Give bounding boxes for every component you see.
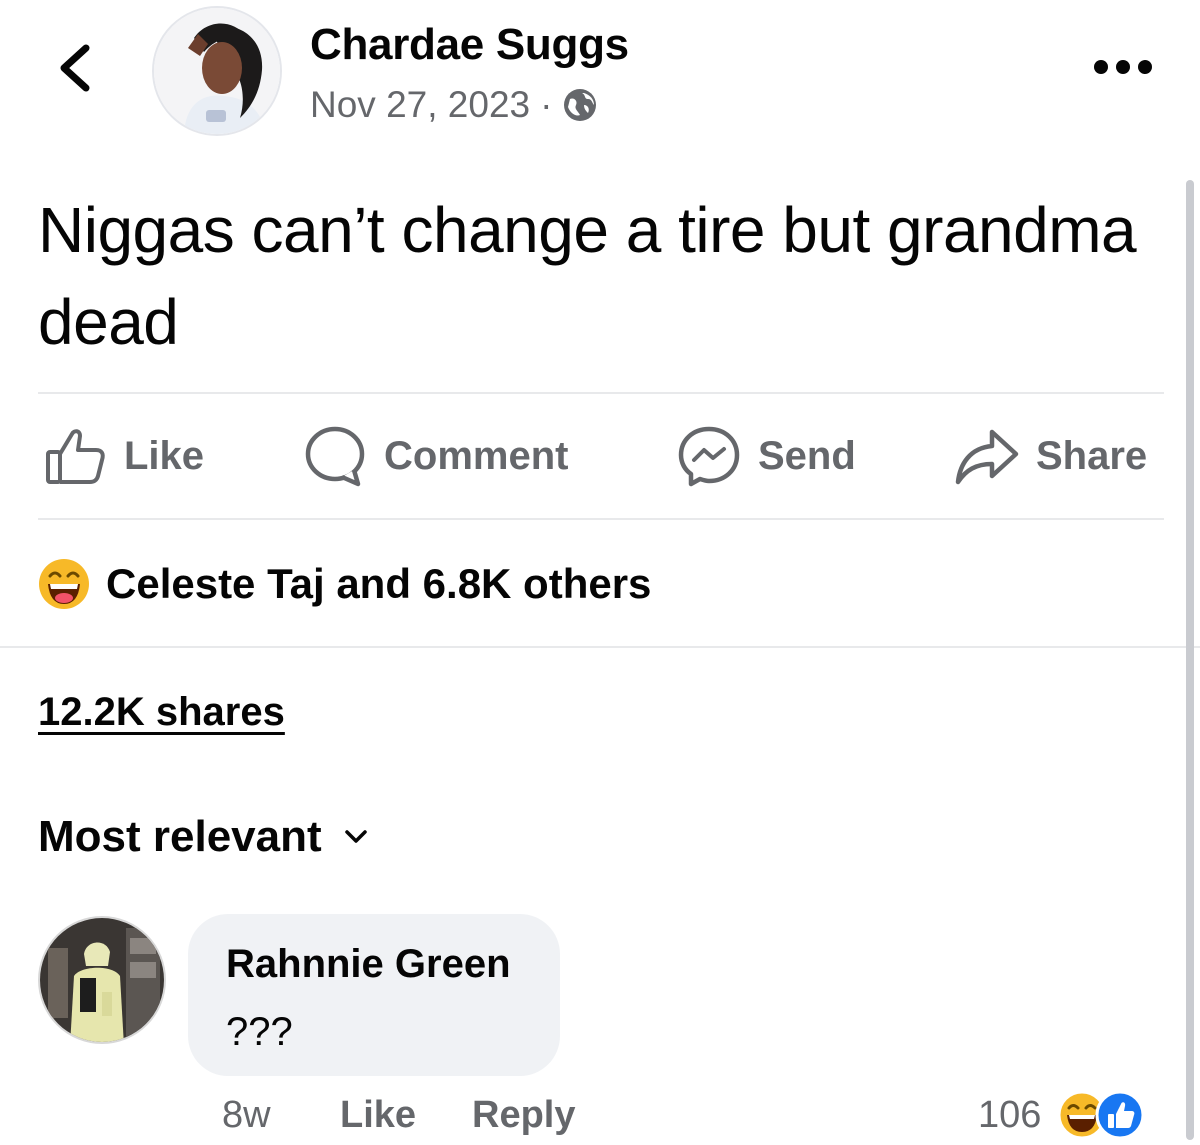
comment-reaction-count[interactable]: 106 xyxy=(978,1094,1041,1137)
author-avatar[interactable] xyxy=(152,6,282,136)
comment-label: Comment xyxy=(384,433,569,478)
send-button[interactable]: Send xyxy=(676,420,856,492)
post-date[interactable]: Nov 27, 2023 xyxy=(310,84,530,126)
comment-author-name[interactable]: Rahnnie Green xyxy=(226,942,511,987)
divider xyxy=(38,518,1164,520)
reactions-summary[interactable]: Celeste Taj and 6.8K others xyxy=(38,558,651,610)
thumbs-up-icon xyxy=(46,429,105,484)
sort-label: Most relevant xyxy=(38,812,322,861)
like-label: Like xyxy=(124,433,205,478)
commenter-avatar[interactable] xyxy=(38,916,166,1044)
chevron-left-icon xyxy=(60,44,90,92)
globe-icon xyxy=(564,89,597,121)
comment-timestamp[interactable]: 8w xyxy=(222,1094,271,1137)
more-options-button[interactable] xyxy=(1090,56,1156,78)
share-icon xyxy=(955,429,1019,485)
comment-icon xyxy=(305,426,365,487)
comment-reply-button[interactable]: Reply xyxy=(472,1094,575,1137)
comment-like-button[interactable]: Like xyxy=(340,1094,416,1137)
like-button[interactable]: Like xyxy=(44,420,204,492)
more-options-icon xyxy=(1094,60,1152,74)
comment-button[interactable]: Comment xyxy=(302,420,568,492)
share-button[interactable]: Share xyxy=(954,420,1147,492)
like-reaction-icon xyxy=(1095,1090,1145,1140)
haha-reaction-icon xyxy=(39,559,89,609)
back-button[interactable] xyxy=(52,40,100,96)
divider xyxy=(0,646,1200,648)
shares-count-link[interactable]: 12.2K shares xyxy=(38,690,285,735)
messenger-icon xyxy=(678,426,740,487)
post-meta: Nov 27, 2023 · xyxy=(310,84,598,126)
share-label: Share xyxy=(1036,433,1148,478)
comment-text: ??? xyxy=(226,1010,293,1054)
post-text: Niggas can’t change a tire but grandma d… xyxy=(38,194,1137,358)
scrollbar[interactable] xyxy=(1186,180,1194,1140)
reactions-summary-text: Celeste Taj and 6.8K others xyxy=(106,560,652,607)
send-label: Send xyxy=(758,433,856,478)
divider xyxy=(38,392,1164,394)
comment-reactions[interactable] xyxy=(1057,1090,1148,1140)
meta-separator: · xyxy=(540,84,553,125)
post-author-name[interactable]: Chardae Suggs xyxy=(310,20,629,70)
comment-sort-dropdown[interactable]: Most relevant xyxy=(38,812,368,862)
chevron-down-icon xyxy=(344,830,367,843)
